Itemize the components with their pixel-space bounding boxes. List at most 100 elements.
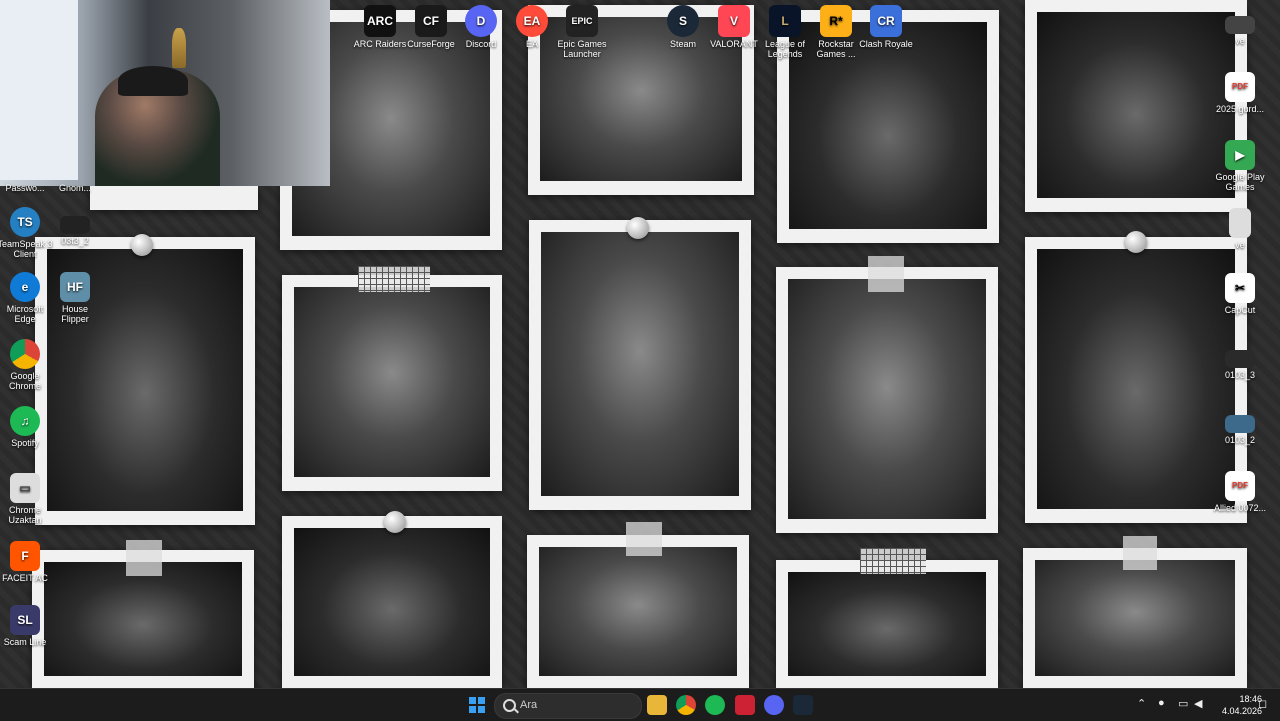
discord-taskbar-icon[interactable] [764,695,784,715]
tape-strip [358,266,430,292]
desktop-icon-curseforge[interactable]: CF CurseForge [403,5,459,49]
desktop-icon-document[interactable]: ve [1212,208,1268,250]
desktop-icon-league-of-legends[interactable]: L League of Legends [757,5,813,59]
tape-strip [868,256,904,292]
desktop-icon-pdf-allied[interactable]: PDF Allied 0072... [1212,471,1268,513]
desktop-icon-google-play-games[interactable]: ▶ Google Play Games [1212,140,1268,192]
desktop-icon-chrome[interactable]: Google Chrome [0,339,53,391]
tape-strip [626,522,662,556]
push-pin [627,217,649,239]
desktop-icon-spotify[interactable]: ♫ Spotify [0,406,53,448]
windows-logo-icon [469,697,476,704]
desktop-icon-edge[interactable]: e Microsoft Edge [0,272,53,324]
spotify-taskbar-icon[interactable] [705,695,725,715]
desktop-icon-gnome[interactable]: Gnom... [47,183,103,193]
desktop-icon-ea[interactable]: EA EA [504,5,560,49]
desktop-icon-clash-royale[interactable]: CR Clash Royale [858,5,914,49]
clock-date: 4.04.2026 [1221,706,1262,716]
desktop-icon-epic-games[interactable]: EPIC Epic Games Launcher [554,5,610,59]
pdf-icon: PDF [1225,72,1255,102]
desktop-icon-password[interactable]: Passwo... [0,183,53,193]
system-clock[interactable]: 18:46 4.04.2026 [1214,693,1262,717]
push-pin [1125,231,1147,253]
edge-icon: e [10,272,40,302]
rockstar-icon: R* [820,5,852,37]
news-taskbar-icon[interactable] [735,695,755,715]
chrome-taskbar-icon[interactable] [676,695,696,715]
desktop-icon-label: VALORANT [710,39,758,49]
desktop-icon-teamspeak[interactable]: TS TeamSpeak 3 Client [0,207,53,259]
valorant-icon: V [718,5,750,37]
desktop-icon-house-flipper[interactable]: HF House Flipper [47,272,103,324]
desktop-icon-video-0103-3[interactable]: 0103_3 [1212,350,1268,380]
desktop-icon-capcut[interactable]: ✂ CapCut [1212,273,1268,315]
desktop-icon-label: Allied 0072... [1213,503,1267,513]
desktop-icon-label: Passwo... [5,183,45,193]
desktop-icon-label: ve [1235,240,1245,250]
desktop-icon-arc-raiders[interactable]: ARC ARC Raiders [352,5,408,49]
desktop-icon-label: Clash Royale [859,39,913,49]
chrome-remote-icon: ▭ [10,473,40,503]
wallpaper-photo [776,267,998,533]
arc-raiders-icon: ARC [364,5,396,37]
volume-icon[interactable]: ◀ [1194,697,1202,710]
spotify-icon: ♫ [10,406,40,436]
cap [118,66,188,96]
search-placeholder: Ara [520,699,538,711]
clash-royale-icon: CR [870,5,902,37]
scam-line-icon: SL [10,605,40,635]
desktop-icon-label: Google Play Games [1215,172,1265,192]
desktop-icon-ve[interactable]: ve [1212,16,1268,46]
microphone-icon[interactable]: ● [1158,697,1165,709]
steam-icon: S [667,5,699,37]
steam-taskbar-icon[interactable] [793,695,813,715]
pdf-icon: PDF [1225,471,1255,501]
search-icon [503,699,516,712]
desktop-icon-pdf-2025[interactable]: PDF 2025 gurd... [1212,72,1268,114]
desktop-icon-label: Chrome Uzaktan [8,505,42,525]
desktop-icon-video-0103-2[interactable]: 0103_2 [1212,415,1268,445]
discord-icon: D [465,5,497,37]
epic-games-icon: EPIC [566,5,598,37]
desktop-icon-chrome-remote[interactable]: ▭ Chrome Uzaktan [0,473,53,525]
desktop-icon-steam[interactable]: S Steam [655,5,711,49]
file-explorer-icon[interactable] [647,695,667,715]
webcam-overlay [0,0,330,186]
video-file-icon [1225,415,1255,433]
taskbar-search[interactable]: Ara [494,693,642,719]
wallpaper-photo [527,535,749,690]
start-button[interactable] [469,697,485,713]
push-pin [384,511,406,533]
trophy [172,28,186,68]
network-icon[interactable]: ▭ [1178,697,1188,710]
desktop-icon-scam-line[interactable]: SL Scam Line [0,605,53,647]
video-file-icon [1225,350,1255,368]
desktop-icon-label: Microsoft Edge [6,304,44,324]
desktop-icon-label: Steam [669,39,696,49]
desktop-icon-label: 03t3_2 [61,236,89,246]
desktop-icon-label: Google Chrome [8,371,41,391]
desktop-icon-faceit[interactable]: F FACEIT AC [0,541,53,583]
wallpaper-photo [776,560,998,690]
desktop-icon-label: TeamSpeak 3 Client [0,239,53,259]
window-light [0,0,78,180]
image-file-icon [1225,16,1255,34]
desktop-icon-label: Epic Games Launcher [557,39,607,59]
desktop-icon-rockstar[interactable]: R* Rockstar Games ... [808,5,864,59]
tape-strip [126,540,162,576]
desktop-icon-label: Rockstar Games ... [816,39,856,59]
push-pin [131,234,153,256]
taskbar: Ara ⌃ ● ▭ ◀ 18:46 4.04.2026 ◻ [0,688,1280,721]
tape-strip [860,548,926,574]
wallpaper-photo [282,275,502,491]
chevron-up-icon[interactable]: ⌃ [1137,697,1146,710]
desktop-icon-valorant[interactable]: V VALORANT [706,5,762,49]
teamspeak-icon: TS [10,207,40,237]
desktop-icon-video-file[interactable]: 03t3_2 [47,216,103,246]
document-icon [1229,208,1251,238]
desktop-icon-label: 0103_3 [1224,370,1256,380]
notification-icon[interactable]: ◻ [1258,697,1267,710]
desktop-icon-discord[interactable]: D Discord [453,5,509,49]
wallpaper-photo [282,516,502,690]
ea-icon: EA [516,5,548,37]
